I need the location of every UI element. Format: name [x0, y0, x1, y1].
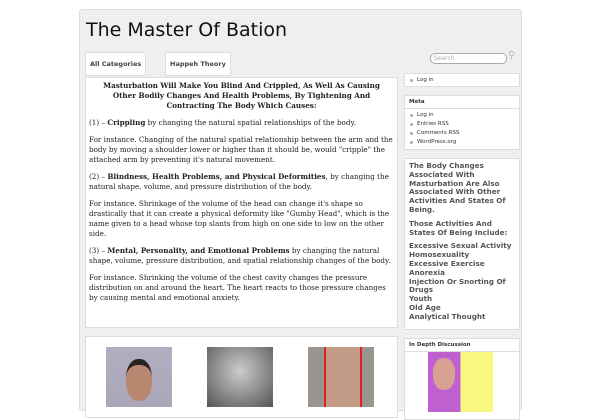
meta-widget: Meta Log in Entries RSS Comments RSS Wor… — [404, 95, 520, 150]
activity-item: Injection Or Snorting Of Drugs — [409, 276, 506, 295]
discussion-widget: In Depth Discussion — [404, 338, 520, 420]
item-1: (1) – Crippling by changing the natural … — [89, 118, 394, 128]
item-2: (2) – Blindness, Health Problems, and Ph… — [89, 172, 394, 192]
item-1-example: For instance. Changing of the natural sp… — [89, 135, 393, 164]
item-text: by changing the natural spatial relation… — [145, 118, 356, 127]
item-prefix: (1) – — [89, 118, 108, 127]
item-3-example: For instance. Shrinking the volume of th… — [89, 273, 386, 302]
item-2-example: For instance. Shrinkage of the volume of… — [89, 199, 390, 238]
comments-rss-link[interactable]: Comments RSS — [410, 129, 519, 138]
activity-item: Analytical Thought — [409, 311, 486, 321]
login-link[interactable]: Log in — [410, 76, 519, 85]
chest-photo[interactable] — [207, 347, 273, 407]
page-container: The Master Of Bation All Categories Happ… — [79, 9, 522, 420]
changes-subheading: Those Activities And States Of Being Inc… — [409, 218, 508, 237]
item-prefix: (2) – — [89, 172, 108, 181]
login-widget: Log in — [404, 73, 520, 87]
discussion-image[interactable] — [428, 352, 493, 412]
site-title[interactable]: The Master Of Bation — [86, 19, 287, 41]
item-title: Crippling — [107, 118, 146, 127]
entries-rss-link[interactable]: Entries RSS — [410, 120, 519, 129]
torso-photo[interactable] — [308, 347, 374, 407]
main-article: Masturbation Will Make You Blind And Cri… — [85, 77, 398, 328]
tab-all-categories[interactable]: All Categories — [85, 52, 147, 76]
item-title: Mental, Personality, and Emotional Probl… — [107, 246, 290, 255]
tab-happeh-theory[interactable]: Happeh Theory — [165, 52, 231, 76]
discussion-title: In Depth Discussion — [405, 339, 519, 352]
meta-title: Meta — [405, 96, 519, 109]
meta-login-link[interactable]: Log in — [410, 111, 519, 120]
image-gallery — [85, 336, 398, 418]
changes-heading: The Body Changes Associated With Masturb… — [409, 161, 506, 214]
search-input[interactable]: Search — [430, 53, 507, 64]
search-icon[interactable]: ⚲ — [508, 50, 515, 61]
article-heading: Masturbation Will Make You Blind And Cri… — [103, 81, 380, 110]
body-changes-widget: The Body Changes Associated With Masturb… — [404, 158, 520, 330]
item-prefix: (3) – — [89, 246, 108, 255]
wordpress-link[interactable]: WordPress.org — [410, 138, 519, 147]
item-3: (3) – Mental, Personality, and Emotional… — [89, 246, 394, 266]
face-photo[interactable] — [106, 347, 172, 407]
item-title: Blindness, Health Problems, and Physical… — [107, 172, 326, 181]
